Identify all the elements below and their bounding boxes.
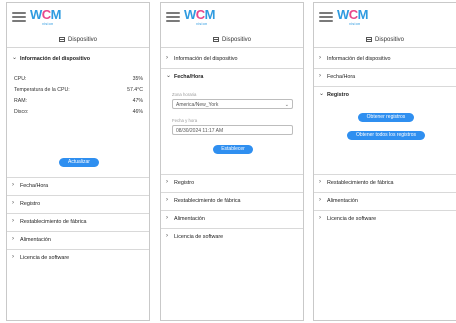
get-logs-button[interactable]: Obtener registros [358,113,414,122]
app-header: WCM vision [314,3,456,31]
section-header-registro[interactable]: ⌄ Registro [314,87,456,103]
page-title: Dispositivo [314,33,456,48]
row-cpu-temp: Temperatura de la CPU: 57.4°C [14,87,143,93]
section-header-datetime[interactable]: ⌄ Fecha/Hora [161,69,303,85]
datetime-label: Fecha y hora [172,118,198,123]
hamburger-icon[interactable] [319,12,333,22]
row-cpu: CPU: 35% [14,76,143,82]
datetime-input[interactable]: 08/30/2024 11:17 AM [172,125,293,135]
device-icon [365,37,372,42]
hamburger-icon[interactable] [12,12,26,22]
hamburger-icon[interactable] [166,12,180,22]
app-header: WCM vision [7,3,149,31]
screen-registro: WCM vision Dispositivo › Información del … [313,2,456,321]
refresh-button[interactable]: Actualizar [59,158,99,167]
page-title: Dispositivo [161,33,303,48]
device-icon [58,37,65,42]
device-icon [212,37,219,42]
get-all-logs-button[interactable]: Obtener todos los registros [347,131,425,140]
chevron-right-icon: › [319,197,321,203]
screen-datetime: WCM vision Dispositivo › Información del … [160,2,304,321]
section-datetime[interactable]: › Fecha/Hora [7,178,149,196]
chevron-right-icon: › [12,182,14,188]
chevron-right-icon: › [319,179,321,185]
section-factory-reset[interactable]: › Restablecimiento de fábrica [161,193,303,211]
section-device-info[interactable]: › Información del dispositivo [161,51,303,69]
section-software-license[interactable]: › Licencia de software [7,250,149,267]
section-device-info: ⌄ Información del dispositivo CPU: 35% Te… [7,51,149,178]
section-factory-reset[interactable]: › Restablecimiento de fábrica [314,175,456,193]
chevron-right-icon: › [319,73,321,79]
screen-device-info: WCM vision Dispositivo ⌄ Información del… [6,2,150,321]
section-factory-reset[interactable]: › Restablecimiento de fábrica [7,214,149,232]
set-button[interactable]: Establecer [213,145,253,154]
section-datetime: ⌄ Fecha/Hora Zona horaria America/New_Yor… [161,69,303,175]
section-registro: ⌄ Registro Obtener registros Obtener todo… [314,87,456,175]
chevron-right-icon: › [12,236,14,242]
wcm-logo: WCM vision [184,7,216,26]
chevron-right-icon: › [12,200,14,206]
chevron-right-icon: › [319,55,321,61]
section-device-info[interactable]: › Información del dispositivo [314,51,456,69]
timezone-label: Zona horaria [172,92,197,97]
chevron-down-icon: ⌄ [319,91,325,97]
chevron-right-icon: › [319,215,321,221]
section-power[interactable]: › Alimentación [7,232,149,250]
section-header-device-info[interactable]: ⌄ Información del dispositivo [7,51,149,67]
wcm-logo: WCM vision [30,7,62,26]
chevron-right-icon: › [12,254,14,260]
chevron-right-icon: › [166,215,168,221]
wcm-logo: WCM vision [337,7,369,26]
row-disk: Disco: 46% [14,109,143,115]
chevron-right-icon: › [166,197,168,203]
page-title: Dispositivo [7,33,149,48]
section-power[interactable]: › Alimentación [314,193,456,211]
timezone-select[interactable]: America/New_York ⌄ [172,99,293,109]
section-software-license[interactable]: › Licencia de software [161,229,303,246]
section-registro[interactable]: › Registro [161,175,303,193]
section-registro[interactable]: › Registro [7,196,149,214]
chevron-right-icon: › [12,218,14,224]
chevron-down-icon: ⌄ [12,55,18,61]
dropdown-icon: ⌄ [284,102,289,108]
chevron-right-icon: › [166,233,168,239]
section-power[interactable]: › Alimentación [161,211,303,229]
chevron-right-icon: › [166,55,168,61]
section-software-license[interactable]: › Licencia de software [314,211,456,228]
chevron-right-icon: › [166,179,168,185]
chevron-down-icon: ⌄ [166,73,172,79]
row-ram: RAM: 47% [14,98,143,104]
section-datetime[interactable]: › Fecha/Hora [314,69,456,87]
app-header: WCM vision [161,3,303,31]
